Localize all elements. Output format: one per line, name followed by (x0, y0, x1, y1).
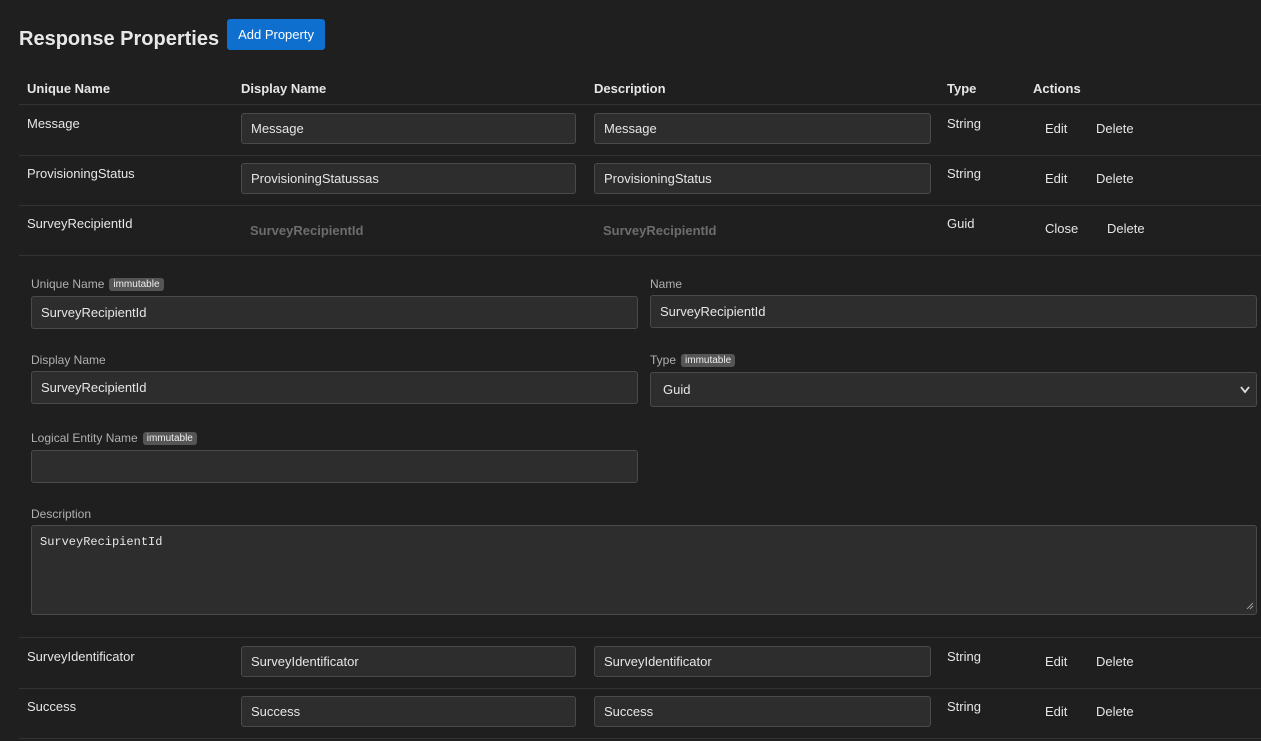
immutable-badge: immutable (142, 431, 197, 445)
edit-button[interactable]: Edit (1045, 171, 1067, 186)
type-cell: String (947, 699, 981, 714)
immutable-badge: immutable (681, 353, 736, 367)
response-properties-page: Response Properties Add Property Unique … (0, 0, 1261, 741)
property-detail-panel: Unique Name immutable SurveyRecipientId … (19, 255, 1261, 638)
display-name-label: Display Name (31, 353, 106, 367)
unique-name-cell: Success (27, 699, 77, 714)
display-name-input[interactable]: ProvisioningStatussas (241, 163, 576, 194)
display-name-input[interactable]: Message (241, 113, 576, 144)
type-select-value: Guid (663, 382, 691, 397)
table-row: Message Message Message String Edit Dele… (19, 105, 1261, 156)
logical-entity-name-label: Logical Entity Name immutable (31, 431, 197, 445)
name-field[interactable]: SurveyRecipientId (650, 295, 1257, 328)
unique-name-label-text: Unique Name (31, 277, 105, 291)
type-select[interactable]: Guid (650, 372, 1257, 407)
logical-entity-name-field[interactable] (31, 450, 638, 483)
column-header-type: Type (947, 81, 977, 96)
description-input[interactable]: Success (594, 696, 931, 727)
unique-name-label: Unique Name immutable (31, 277, 164, 291)
table-row: Success Success Success String Edit Dele… (19, 688, 1261, 739)
description-textarea[interactable]: SurveyRecipientId (31, 525, 1257, 615)
type-label: Type immutable (650, 353, 736, 367)
chevron-down-icon (1240, 373, 1250, 419)
type-cell: String (947, 649, 981, 664)
edit-button[interactable]: Edit (1045, 121, 1067, 136)
type-cell: String (947, 166, 981, 181)
delete-button[interactable]: Delete (1096, 654, 1134, 669)
edit-button[interactable]: Edit (1045, 704, 1067, 719)
column-header-description: Description (594, 81, 666, 96)
table-row: SurveyIdentificator SurveyIdentificator … (19, 638, 1261, 689)
table-header: Unique Name Display Name Description Typ… (19, 72, 1261, 105)
column-header-actions: Actions (1033, 81, 1081, 96)
edit-button[interactable]: Edit (1045, 654, 1067, 669)
description-textarea-value: SurveyRecipientId (40, 535, 163, 549)
unique-name-cell: Message (27, 116, 80, 131)
delete-button[interactable]: Delete (1096, 171, 1134, 186)
delete-button[interactable]: Delete (1096, 121, 1134, 136)
type-cell: Guid (947, 216, 975, 231)
column-header-display-name: Display Name (241, 81, 327, 96)
page-title: Response Properties (19, 28, 220, 50)
type-label-text: Type (650, 353, 677, 367)
unique-name-cell: SurveyRecipientId (27, 216, 133, 231)
unique-name-cell: ProvisioningStatus (27, 166, 135, 181)
column-header-unique-name: Unique Name (27, 81, 111, 96)
close-button[interactable]: Close (1045, 221, 1078, 236)
display-name-field[interactable]: SurveyRecipientId (31, 371, 638, 404)
table-row-expanded: SurveyRecipientId SurveyRecipientId Surv… (19, 205, 1261, 256)
description-input[interactable]: Message (594, 113, 931, 144)
delete-button[interactable]: Delete (1107, 221, 1145, 236)
description-label: Description (31, 507, 92, 521)
unique-name-field[interactable]: SurveyRecipientId (31, 296, 638, 329)
page-header: Response Properties Add Property (19, 18, 325, 51)
description-input[interactable]: SurveyIdentificator (594, 646, 931, 677)
unique-name-cell: SurveyIdentificator (27, 649, 135, 664)
immutable-badge: immutable (109, 277, 164, 291)
display-name-input[interactable]: SurveyIdentificator (241, 646, 576, 677)
name-label: Name (650, 277, 683, 291)
description-input[interactable]: ProvisioningStatus (594, 163, 931, 194)
description-text: SurveyRecipientId (603, 223, 717, 238)
resize-grip-icon[interactable] (1246, 602, 1254, 613)
logical-entity-name-label-text: Logical Entity Name (31, 431, 138, 445)
type-cell: String (947, 116, 981, 131)
delete-button[interactable]: Delete (1096, 704, 1134, 719)
display-name-text: SurveyRecipientId (250, 223, 364, 238)
table-row: ProvisioningStatus ProvisioningStatussas… (19, 155, 1261, 206)
add-property-button[interactable]: Add Property (227, 19, 325, 50)
display-name-input[interactable]: Success (241, 696, 576, 727)
